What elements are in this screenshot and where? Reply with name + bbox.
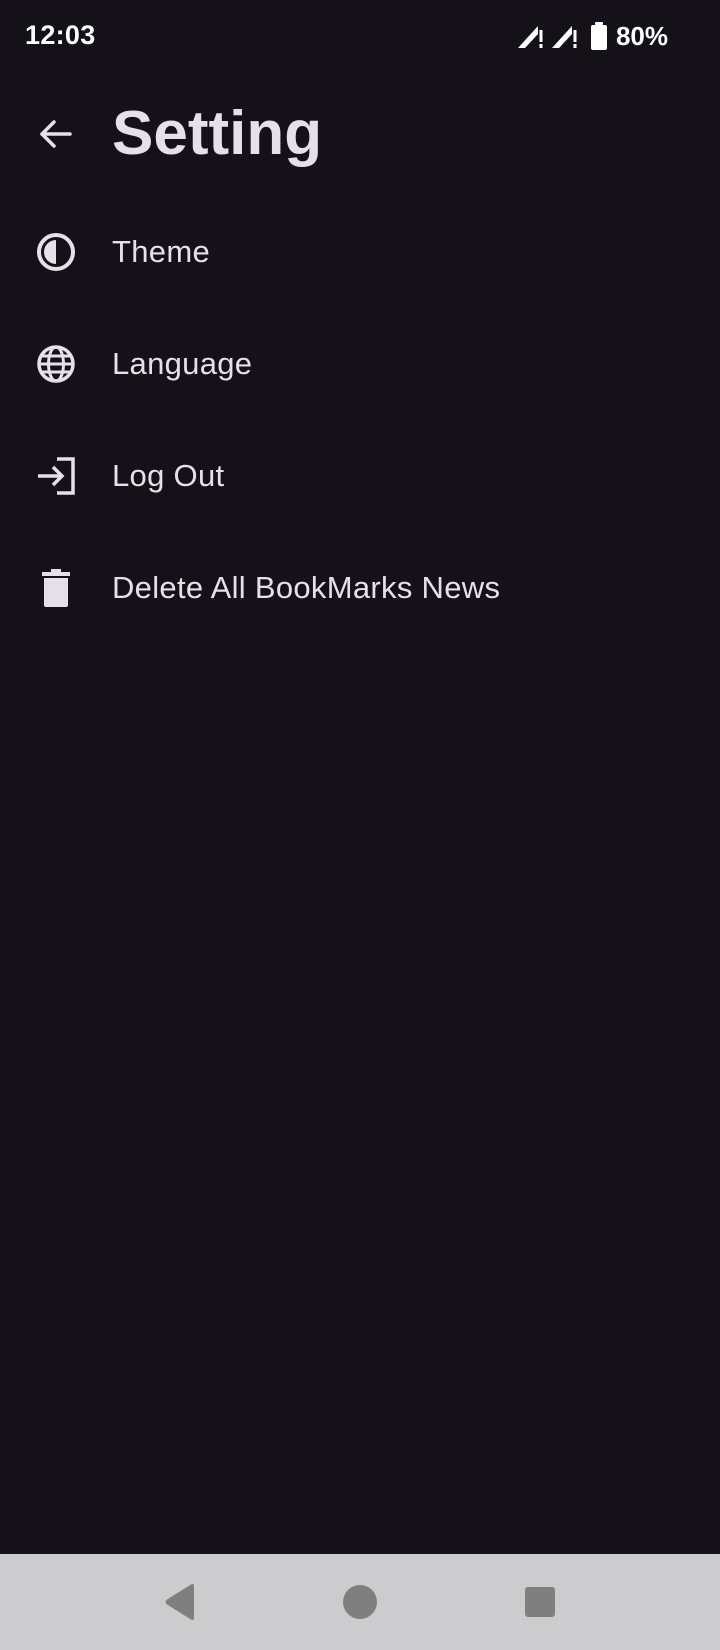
- menu-item-logout[interactable]: Log Out: [0, 420, 720, 532]
- nav-home-button[interactable]: [336, 1578, 384, 1626]
- top-app-bar: Setting: [0, 84, 720, 180]
- theme-contrast-icon: [34, 230, 78, 274]
- menu-item-theme[interactable]: Theme: [0, 196, 720, 308]
- nav-recents-button[interactable]: [516, 1578, 564, 1626]
- signal-icon: [551, 26, 577, 48]
- battery-icon: [590, 22, 607, 50]
- settings-screen: 12:03 80% Setting Theme Language Log Out…: [0, 0, 720, 1650]
- back-button[interactable]: [28, 106, 84, 162]
- menu-item-label: Log Out: [112, 458, 225, 493]
- menu-item-label: Theme: [112, 234, 210, 269]
- menu-item-label: Language: [112, 346, 253, 381]
- status-time: 12:03: [25, 20, 96, 50]
- arrow-back-icon: [40, 120, 72, 148]
- nav-back-button[interactable]: [156, 1578, 204, 1626]
- trash-icon: [34, 566, 78, 610]
- status-icons: 80%: [516, 20, 668, 52]
- status-bar: 12:03 80%: [0, 0, 720, 72]
- settings-menu: Theme Language Log Out Delete All BookMa…: [0, 196, 720, 644]
- battery-percent: 80%: [615, 20, 668, 51]
- logout-icon: [34, 454, 78, 498]
- globe-icon: [34, 342, 78, 386]
- recents-square-icon: [525, 1587, 555, 1617]
- back-triangle-icon: [165, 1584, 194, 1620]
- menu-item-delete-bookmarks[interactable]: Delete All BookMarks News: [0, 532, 720, 644]
- menu-item-language[interactable]: Language: [0, 308, 720, 420]
- signal-icon: [517, 26, 543, 48]
- menu-item-label: Delete All BookMarks News: [112, 570, 501, 605]
- page-title: Setting: [112, 99, 323, 168]
- home-circle-icon: [343, 1585, 377, 1619]
- system-navigation-bar: [0, 1554, 720, 1650]
